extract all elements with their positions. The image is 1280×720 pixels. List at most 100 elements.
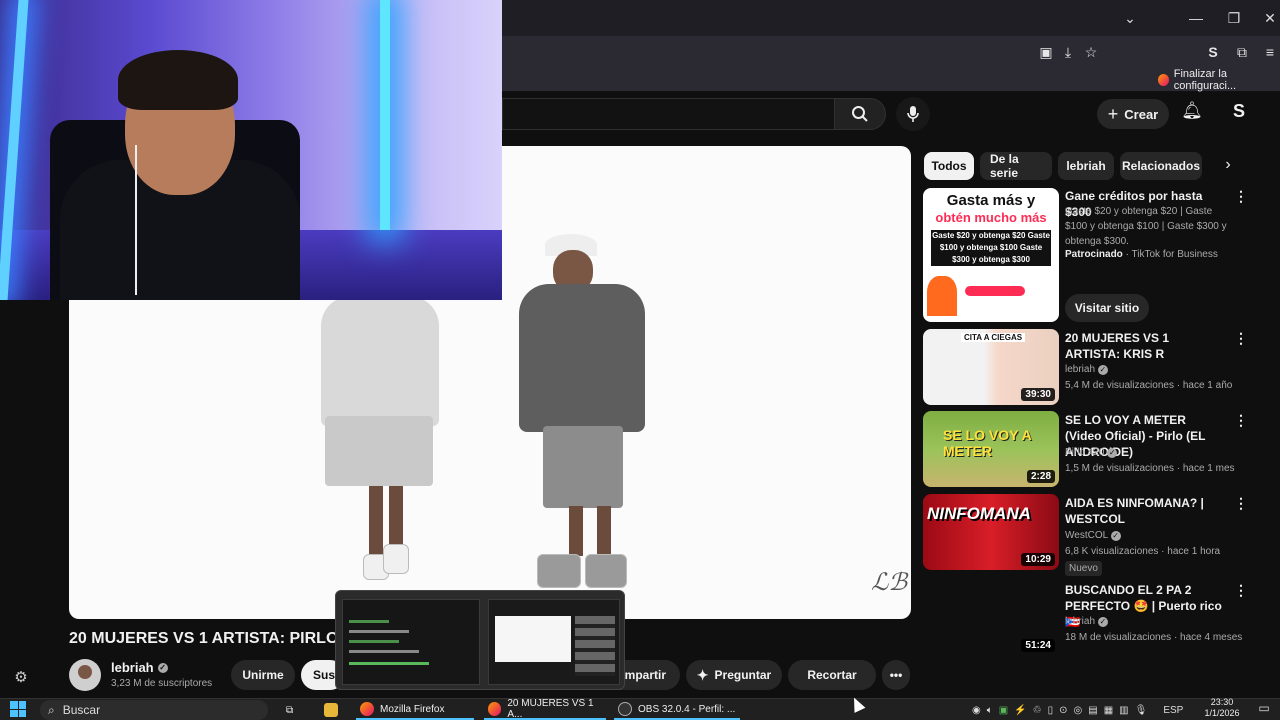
ad-description: Gaste $20 y obtenga $20 | Gaste $100 y o… (1065, 206, 1227, 247)
obs-icon (618, 702, 632, 716)
channel-avatar[interactable] (69, 659, 101, 691)
create-label: Crear (1124, 106, 1159, 122)
left-rail (0, 300, 40, 690)
channel-watermark-logo[interactable]: ℒℬ (871, 568, 907, 596)
video-meta: 1,5 M de visualizaciones · hace 1 mes (1065, 463, 1235, 474)
channel-label: lebriah (1065, 364, 1096, 375)
search-input[interactable] (502, 98, 836, 130)
video-person-left-shorts (325, 416, 433, 486)
windows-start-icon[interactable] (10, 701, 26, 717)
video-channel[interactable]: lebriah ✓ (1065, 362, 1108, 378)
ad-sponsor: Patrocinado · TikTok for Business (1065, 249, 1218, 260)
chip-all[interactable]: Todos (924, 152, 974, 180)
video-person-right-shoe (585, 554, 627, 588)
chip-related[interactable]: Relacionados (1120, 152, 1202, 180)
kebab-menu-icon[interactable]: ⋮ (1233, 330, 1249, 348)
search-button[interactable] (834, 98, 886, 130)
verified-icon: ✓ (1110, 531, 1121, 541)
thumbnail-text: SE LO VOY A METER (943, 427, 1032, 459)
subscriber-count: 3,23 M de suscriptores (111, 678, 213, 689)
volume-icon: 🔈︎ (986, 704, 993, 716)
tray-app-icon: ◎ (1073, 704, 1083, 716)
ask-label: Preguntar (714, 668, 772, 682)
video-person-right-shorts (543, 426, 623, 508)
video-thumbnail[interactable]: CITA A CIEGAS 39:30 (923, 329, 1059, 405)
save-to-pocket-icon[interactable]: ⤓ (1058, 42, 1078, 62)
settings-gear-icon[interactable]: ⚙ (12, 668, 30, 686)
new-badge: Nuevo (1065, 561, 1102, 576)
taskbar-search[interactable]: ⌕ Buscar (40, 700, 268, 720)
file-explorer-icon[interactable] (320, 700, 342, 720)
video-duration: 39:30 (1021, 388, 1055, 401)
video-person-left-shoe (383, 544, 409, 574)
microphone-icon: 🎙︎ (1134, 704, 1148, 716)
kebab-menu-icon[interactable]: ⋮ (1233, 582, 1249, 600)
channel-label: WestCOL (1065, 530, 1108, 541)
sponsor-name: TikTok for Business (1131, 249, 1218, 260)
more-actions-icon[interactable]: ••• (882, 660, 910, 690)
voice-search-button[interactable] (896, 97, 930, 131)
thumbnail-text: CITA A CIEGAS (961, 333, 1026, 342)
close-icon[interactable]: ✕ (1260, 8, 1280, 28)
tray-app-icon: ▣ (998, 704, 1009, 716)
video-channel[interactable]: Pirlo 420 ✓ (1065, 445, 1118, 461)
kebab-menu-icon[interactable]: ⋮ (1233, 495, 1249, 513)
clip-button[interactable]: Recortar (788, 660, 876, 690)
video-person-right-leg (597, 506, 611, 556)
channel-label: lebriah (1065, 616, 1096, 627)
search-icon (852, 106, 868, 122)
maximize-icon[interactable]: ❐ (1224, 8, 1244, 28)
ad-thumbnail[interactable]: Gasta más y obtén mucho más Gaste $20 y … (923, 188, 1059, 322)
video-meta: 5,4 M de visualizaciones · hace 1 año (1065, 380, 1233, 391)
video-thumbnail[interactable]: 51:24 (923, 578, 1059, 654)
notifications-bell-icon[interactable]: 🔔︎ (1180, 101, 1204, 125)
tray-app-icon: ▥ (1119, 704, 1129, 716)
ask-button[interactable]: ✦ Preguntar (686, 660, 782, 690)
tab-list-chevron-icon[interactable]: ⌄ (1120, 8, 1140, 28)
chip-series[interactable]: De la serie (980, 152, 1052, 180)
webcam-overlay (0, 0, 502, 300)
extensions-puzzle-icon[interactable]: ⧉ (1232, 42, 1252, 62)
verified-icon: ✓ (1097, 365, 1108, 375)
taskbar-app-youtube-window[interactable]: 20 MUJERES VS 1 A... (484, 698, 606, 720)
kebab-menu-icon[interactable]: ⋮ (1233, 412, 1249, 430)
bookmark-item[interactable]: Finalizar la configuraci... (1158, 68, 1280, 92)
chevron-right-icon[interactable]: › (1218, 156, 1238, 176)
visit-site-button[interactable]: Visitar sitio (1065, 294, 1149, 322)
channel-name[interactable]: lebriah ✓ (111, 660, 168, 675)
taskbar-app-firefox[interactable]: Mozilla Firefox (356, 700, 474, 720)
video-title-link[interactable]: 20 MUJERES VS 1 ARTISTA: KRIS R (1065, 330, 1225, 362)
video-thumbnail[interactable]: SE LO VOY A METER 2:28 (923, 411, 1059, 487)
taskbar-app-obs[interactable]: OBS 32.0.4 - Perfil: ... (614, 700, 740, 720)
picture-in-picture-icon[interactable]: ▣ (1036, 42, 1056, 62)
profile-s-icon[interactable]: S (1203, 42, 1223, 62)
clock-date: 1/1/2026 (1204, 708, 1240, 718)
video-thumbnail[interactable]: NINFOMANA 10:29 (923, 494, 1059, 570)
video-person-left-shirt (321, 296, 439, 426)
language-indicator: ESP (1163, 704, 1184, 716)
preview-chat-window[interactable] (342, 599, 480, 685)
chip-lebriah[interactable]: lebriah (1058, 152, 1114, 180)
account-avatar[interactable]: S (1226, 101, 1252, 127)
taskbar-window-preview[interactable] (335, 590, 625, 690)
video-person-right-jacket (519, 284, 645, 432)
video-channel[interactable]: lebriah ✓ (1065, 614, 1108, 630)
ad-thumb-offer: Gaste $20 y obtenga $20 Gaste $100 y obt… (931, 230, 1051, 266)
tray-app-icon: ♲ (1032, 704, 1042, 716)
video-title: 20 MUJERES VS 1 ARTISTA: PIRLO 4 (69, 630, 352, 647)
notification-center-icon[interactable]: ▭ (1256, 701, 1272, 717)
video-title-link[interactable]: AIDA ES NINFOMANA? | WESTCOL (1065, 495, 1225, 527)
minimize-icon[interactable]: — (1186, 8, 1206, 28)
bookmark-star-icon[interactable]: ☆ (1081, 42, 1101, 62)
video-channel[interactable]: WestCOL ✓ (1065, 528, 1121, 544)
join-button[interactable]: Unirme (231, 660, 295, 690)
network-icon: ◉ (972, 704, 981, 716)
create-button[interactable]: + Crear (1097, 99, 1169, 129)
taskbar-clock[interactable]: 23:30 1/1/2026 (1196, 697, 1248, 719)
task-view-icon[interactable]: ⧉ (282, 700, 300, 720)
video-person-right-shoe (537, 554, 581, 588)
kebab-menu-icon[interactable]: ⋮ (1233, 188, 1249, 206)
channel-label: Pirlo 420 (1065, 447, 1105, 458)
preview-youtube-window[interactable] (488, 599, 620, 685)
menu-hamburger-icon[interactable]: ≡ (1260, 42, 1280, 62)
